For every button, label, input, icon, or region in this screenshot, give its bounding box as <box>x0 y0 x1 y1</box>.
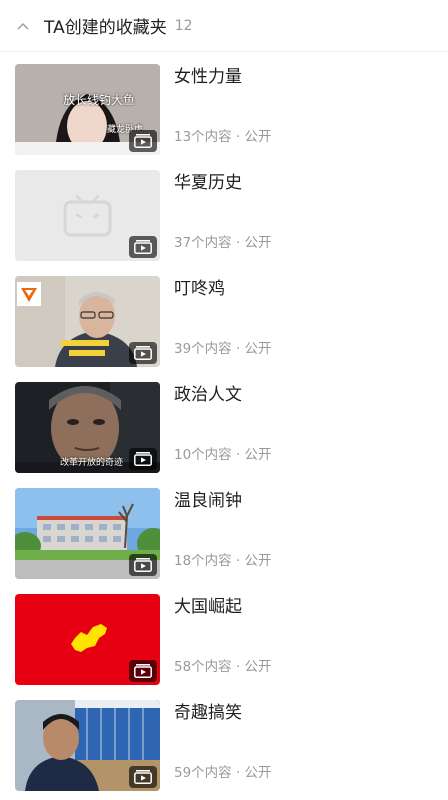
folder-meta: 59个内容 · 公开 <box>174 765 272 781</box>
folder-thumbnail[interactable]: 放长线钓大鱼 藏龙卧虎 <box>15 64 160 155</box>
folder-thumbnail[interactable] <box>15 276 160 367</box>
favorites-header[interactable]: TA创建的收藏夹 12 <box>0 0 448 52</box>
folder-title[interactable]: 华夏历史 <box>174 172 242 194</box>
thumb-caption: 放长线钓大鱼 <box>63 93 136 107</box>
playlist-play-icon <box>129 130 157 152</box>
folder-item[interactable]: 大国崛起 58个内容 · 公开 <box>0 594 448 700</box>
playlist-play-icon <box>129 554 157 576</box>
folder-thumbnail[interactable]: 改革开放的奇迹 <box>15 382 160 473</box>
folder-meta: 39个内容 · 公开 <box>174 341 272 357</box>
folder-item[interactable]: 改革开放的奇迹 政治人文 10个内容 · 公开 <box>0 382 448 488</box>
folder-item[interactable]: 温良闹钟 18个内容 · 公开 <box>0 488 448 594</box>
folder-meta: 58个内容 · 公开 <box>174 659 272 675</box>
header-count: 12 <box>174 17 193 34</box>
playlist-play-icon <box>129 236 157 258</box>
folder-meta: 10个内容 · 公开 <box>174 447 272 463</box>
folder-thumbnail[interactable] <box>15 700 160 791</box>
playlist-play-icon <box>129 342 157 364</box>
folder-title[interactable]: 叮咚鸡 <box>174 278 225 300</box>
folder-list: 放长线钓大鱼 藏龙卧虎 女性力量 13个内容 · 公开 华夏历史 37个内容 ·… <box>0 64 448 800</box>
folder-item[interactable]: 奇趣搞笑 59个内容 · 公开 <box>0 700 448 800</box>
playlist-play-icon <box>129 448 157 470</box>
chevron-up-icon[interactable] <box>16 19 30 33</box>
playlist-play-icon <box>129 766 157 788</box>
folder-title[interactable]: 女性力量 <box>174 66 242 88</box>
folder-thumbnail[interactable] <box>15 594 160 685</box>
folder-item[interactable]: 华夏历史 37个内容 · 公开 <box>0 170 448 276</box>
header-title: TA创建的收藏夹 <box>44 18 167 38</box>
folder-title[interactable]: 政治人文 <box>174 384 242 406</box>
favorites-page: TA创建的收藏夹 12 放长线钓大鱼 藏龙卧虎 女性力量 13个内容 · 公开 … <box>0 0 448 800</box>
folder-meta: 13个内容 · 公开 <box>174 129 272 145</box>
folder-thumbnail[interactable] <box>15 488 160 579</box>
folder-item[interactable]: 放长线钓大鱼 藏龙卧虎 女性力量 13个内容 · 公开 <box>0 64 448 170</box>
folder-meta: 18个内容 · 公开 <box>174 553 272 569</box>
folder-title[interactable]: 温良闹钟 <box>174 490 242 512</box>
thumb-caption: 改革开放的奇迹 <box>60 458 124 468</box>
folder-title[interactable]: 奇趣搞笑 <box>174 702 242 724</box>
folder-title[interactable]: 大国崛起 <box>174 596 242 618</box>
folder-thumbnail[interactable] <box>15 170 160 261</box>
folder-item[interactable]: 叮咚鸡 39个内容 · 公开 <box>0 276 448 382</box>
playlist-play-icon <box>129 660 157 682</box>
folder-meta: 37个内容 · 公开 <box>174 235 272 251</box>
